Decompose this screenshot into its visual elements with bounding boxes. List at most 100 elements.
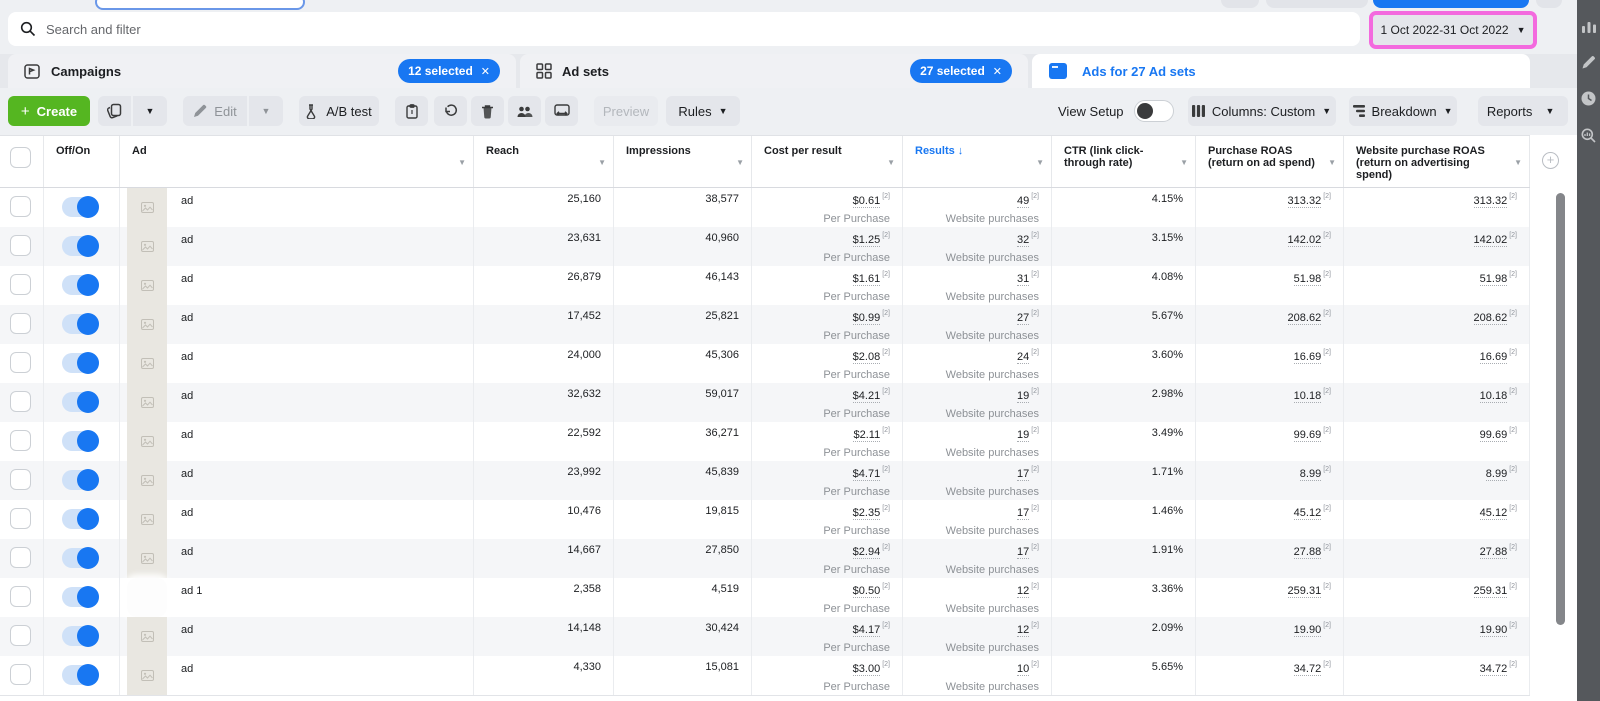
chevron-down-icon[interactable]: ▼ (887, 158, 895, 167)
ad-on-off-toggle[interactable] (62, 314, 99, 334)
header-ad[interactable]: Ad▼ (120, 136, 474, 187)
row-checkbox[interactable] (10, 586, 31, 607)
chevron-down-icon[interactable]: ▼ (458, 158, 466, 167)
edit-dropdown-button[interactable]: ▼ (249, 96, 283, 126)
audience-button[interactable] (508, 96, 541, 126)
header-ctr[interactable]: CTR (link click-through rate)▼ (1052, 136, 1196, 187)
campaigns-selected-badge[interactable]: 12 selected ✕ (398, 59, 500, 83)
top-cropped-button-3[interactable] (1536, 0, 1562, 8)
top-cropped-primary-button[interactable] (1373, 0, 1529, 8)
select-all-checkbox[interactable] (10, 147, 31, 168)
duplicate-dropdown-button[interactable]: ▼ (133, 96, 167, 126)
ad-name-label[interactable]: ad (167, 344, 193, 383)
ad-name-label[interactable]: ad (167, 656, 193, 695)
tab-ads-active[interactable]: Ads for 27 Ad sets (1032, 54, 1530, 88)
header-website-purchase-roas[interactable]: Website purchase ROAS (return on adverti… (1344, 136, 1530, 187)
ad-name-label[interactable]: ad (167, 500, 193, 539)
row-checkbox[interactable] (10, 352, 31, 373)
ad-on-off-toggle[interactable] (62, 392, 99, 412)
ad-on-off-toggle[interactable] (62, 587, 99, 607)
chevron-down-icon[interactable]: ▼ (736, 158, 744, 167)
row-checkbox[interactable] (10, 391, 31, 412)
website-purchase-roas-cell-value: 142.02 (1474, 234, 1508, 247)
row-checkbox[interactable] (10, 430, 31, 451)
row-checkbox[interactable] (10, 274, 31, 295)
row-checkbox[interactable] (10, 625, 31, 646)
chevron-down-icon[interactable]: ▼ (1514, 158, 1522, 167)
chevron-down-icon[interactable]: ▼ (598, 158, 606, 167)
ad-name-label[interactable]: ad (167, 227, 193, 266)
edit-pencil-icon[interactable] (1582, 55, 1596, 69)
search-input[interactable] (46, 22, 1348, 37)
ab-test-button[interactable]: A/B test (299, 96, 379, 126)
connect-source-button[interactable] (545, 96, 578, 126)
rules-button[interactable]: Rules ▼ (666, 96, 740, 126)
ad-name-label[interactable]: ad (167, 383, 193, 422)
top-cropped-button-1[interactable] (1221, 0, 1259, 8)
ad-name-label[interactable]: ad 1 (167, 578, 202, 617)
ad-on-off-toggle[interactable] (62, 509, 99, 529)
header-reach[interactable]: Reach▼ (474, 136, 614, 187)
tab-ad-sets[interactable]: Ad sets 27 selected ✕ (520, 54, 1028, 88)
performance-chart-icon[interactable] (1582, 20, 1596, 33)
ad-name-label[interactable]: ad (167, 266, 193, 305)
ad-name-label[interactable]: ad (167, 422, 193, 461)
cost-per-result-cell-value: $1.25 (853, 234, 881, 247)
vertical-scrollbar[interactable] (1556, 193, 1565, 625)
reach-cell: 25,160 (474, 188, 614, 227)
ad-name-label[interactable]: ad (167, 305, 193, 344)
inspect-search-chart-icon[interactable] (1581, 128, 1596, 143)
columns-button[interactable]: Columns: Custom ▼ (1188, 96, 1336, 126)
header-off-on[interactable]: Off/On (44, 136, 120, 187)
duplicate-button[interactable] (98, 96, 131, 126)
row-checkbox[interactable] (10, 664, 31, 685)
row-checkbox[interactable] (10, 547, 31, 568)
close-icon[interactable]: ✕ (481, 65, 490, 78)
ad-cell: ad (120, 656, 474, 695)
ad-name-label[interactable]: ad (167, 539, 193, 578)
chevron-down-icon[interactable]: ▼ (1036, 158, 1044, 167)
add-column-button[interactable]: + (1542, 152, 1559, 169)
ad-on-off-toggle[interactable] (62, 236, 99, 256)
header-purchase-roas[interactable]: Purchase ROAS (return on ad spend)▼ (1196, 136, 1344, 187)
undo-button[interactable] (434, 96, 467, 126)
create-button[interactable]: + Create (8, 96, 90, 126)
ad-on-off-toggle[interactable] (62, 197, 99, 217)
breakdown-button[interactable]: Breakdown ▼ (1349, 96, 1457, 126)
toolbar-overflow-button[interactable]: ▼ (1532, 96, 1568, 126)
ad-on-off-toggle[interactable] (62, 353, 99, 373)
ad-name-label[interactable]: ad (167, 188, 193, 227)
row-checkbox[interactable] (10, 196, 31, 217)
top-cropped-button-2[interactable] (1266, 0, 1368, 8)
header-results-sorted[interactable]: Results↓ ▼ (903, 136, 1052, 187)
history-clock-icon[interactable] (1581, 91, 1596, 106)
chevron-down-icon[interactable]: ▼ (1328, 158, 1336, 167)
website-purchase-roas-cell: 16.69[2] (1344, 344, 1530, 383)
row-checkbox[interactable] (10, 469, 31, 490)
ad-name-label[interactable]: ad (167, 617, 193, 656)
date-range-picker[interactable]: 1 Oct 2022-31 Oct 2022 ▼ (1369, 11, 1537, 49)
row-checkbox[interactable] (10, 235, 31, 256)
header-cost-per-result[interactable]: Cost per result▼ (752, 136, 903, 187)
ad-on-off-toggle[interactable] (62, 626, 99, 646)
ad-on-off-toggle[interactable] (62, 470, 99, 490)
ad-on-off-toggle[interactable] (62, 548, 99, 568)
ad-on-off-toggle[interactable] (62, 431, 99, 451)
preview-button[interactable]: Preview (594, 96, 658, 126)
edit-button[interactable]: Edit (183, 96, 247, 126)
header-impressions[interactable]: Impressions▼ (614, 136, 752, 187)
delete-button[interactable] (471, 96, 504, 126)
ad-on-off-toggle[interactable] (62, 665, 99, 685)
view-setup-toggle[interactable] (1134, 100, 1174, 122)
row-checkbox[interactable] (10, 313, 31, 334)
top-cropped-input[interactable] (95, 0, 305, 10)
ad-sets-selected-badge[interactable]: 27 selected ✕ (910, 59, 1012, 83)
search-bar[interactable] (8, 12, 1360, 46)
row-checkbox[interactable] (10, 508, 31, 529)
tab-campaigns[interactable]: Campaigns 12 selected ✕ (8, 54, 516, 88)
close-icon[interactable]: ✕ (993, 65, 1002, 78)
ad-on-off-toggle[interactable] (62, 275, 99, 295)
chevron-down-icon[interactable]: ▼ (1180, 158, 1188, 167)
ad-name-label[interactable]: ad (167, 461, 193, 500)
pin-clipboard-button[interactable] (395, 96, 428, 126)
